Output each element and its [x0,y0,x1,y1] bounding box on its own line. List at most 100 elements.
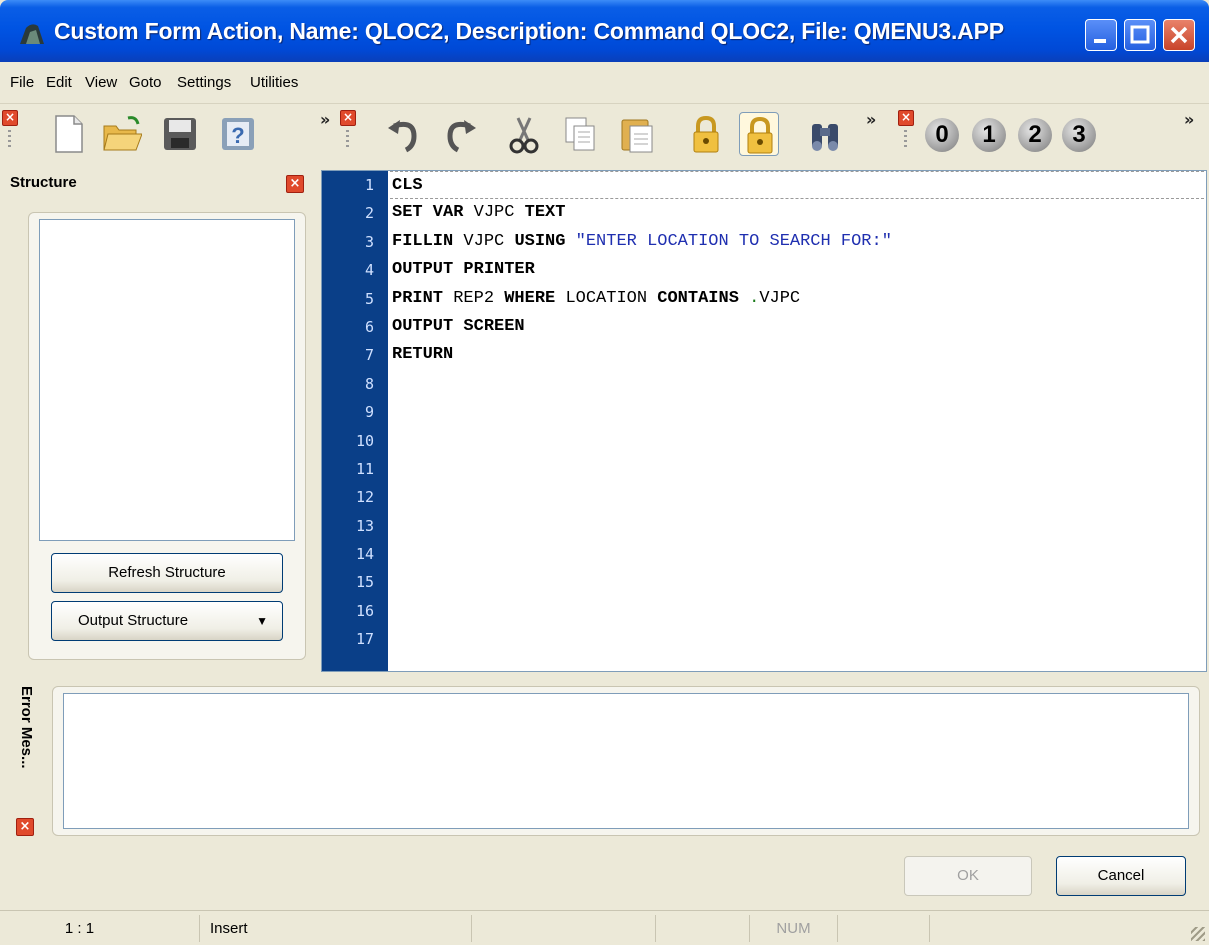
toolbar2-grip[interactable] [346,130,349,148]
new-file-icon[interactable] [48,112,88,156]
code-line[interactable] [390,483,1204,511]
toolbar1-grip[interactable] [8,130,11,148]
code-token: SET VAR [392,203,464,223]
error-messages-list[interactable] [63,693,1189,829]
output-structure-label: Output Structure [78,612,189,629]
toolbar3-close-button[interactable]: × [898,110,914,126]
app-icon [20,24,44,44]
lock-active-icon[interactable] [739,112,779,156]
error-messages-tab[interactable]: Error Mes... × [14,680,40,838]
structure-title: Structure [10,174,77,191]
code-line[interactable]: RETURN [390,341,1204,369]
code-token: FILLIN [392,231,454,251]
title-bar[interactable]: Custom Form Action, Name: QLOC2, Descrip… [0,0,1209,62]
toolbar1-close-button[interactable]: × [2,110,18,126]
code-line[interactable] [390,427,1204,455]
close-icon [1170,26,1188,44]
line-number: 2 [364,204,374,223]
open-folder-icon[interactable] [102,112,143,156]
code-editor[interactable]: 1 2 3 4 5 6 7 8 9 10 11 12 13 14 15 16 17 CLS SET VAR VJP… [321,170,1207,672]
code-line[interactable]: OUTPUT SCREEN [390,313,1204,341]
line-number: 4 [364,261,374,280]
code-token: VJPC [759,288,801,308]
code-token: PRINT [392,288,444,308]
structure-tree[interactable] [39,219,295,541]
code-line[interactable]: SET VAR VJPC TEXT [390,199,1204,227]
close-window-button[interactable] [1163,19,1195,51]
ok-button[interactable]: OK [904,856,1032,896]
toolbar3-more-button[interactable]: » [1184,110,1194,129]
toolbar1-more-button[interactable]: » [320,110,330,129]
bookmark-3-icon[interactable]: 3 [1062,118,1096,152]
structure-close-button[interactable]: × [286,175,304,193]
menu-bar: File Edit View Goto Settings Utilities [0,62,1209,104]
code-token: OUTPUT SCREEN [392,316,525,336]
resize-grip-icon[interactable] [1191,927,1205,941]
cancel-button[interactable]: Cancel [1056,856,1186,896]
code-line[interactable]: CLS [390,171,1204,200]
toolbar2-close-button[interactable]: × [340,110,356,126]
menu-goto[interactable]: Goto [129,74,162,91]
code-line[interactable] [390,370,1204,398]
bookmark-1-icon[interactable]: 1 [972,118,1006,152]
error-messages-close-button[interactable]: × [16,818,34,836]
menu-utilities[interactable]: Utilities [250,74,298,91]
line-number: 10 [355,431,374,450]
copy-icon[interactable] [560,112,600,156]
status-bar: 1 : 1 Insert NUM [0,910,1209,945]
line-number: 9 [364,403,374,422]
lock-icon[interactable] [686,112,726,156]
code-line[interactable] [390,455,1204,483]
save-icon[interactable] [160,112,200,156]
refresh-structure-button[interactable]: Refresh Structure [51,553,283,593]
code-token: RETURN [392,345,454,365]
code-token: OUTPUT PRINTER [392,260,535,280]
toolbar2-more-button[interactable]: » [866,110,876,129]
cut-icon[interactable] [504,112,544,156]
structure-frame: Refresh Structure Output Structure ▼ [28,212,306,660]
minimize-button[interactable] [1085,19,1117,51]
code-token: TEXT [524,203,566,223]
line-number: 7 [364,346,374,365]
bookmark-2-icon[interactable]: 2 [1018,118,1052,152]
redo-icon[interactable] [440,112,480,156]
menu-file[interactable]: File [10,74,34,91]
error-messages-title: Error Mes... [18,686,35,769]
maximize-button[interactable] [1124,19,1156,51]
toolbar3-grip[interactable] [904,130,907,148]
toolbar: × ? » × » × 0 1 2 3 » [0,104,1209,166]
code-line[interactable] [390,540,1204,568]
find-binoculars-icon[interactable] [806,112,846,156]
error-messages-frame [52,686,1200,836]
help-icon[interactable]: ? [218,112,258,156]
line-number: 6 [364,317,374,336]
code-token: VJPC [453,231,515,251]
code-line[interactable]: OUTPUT PRINTER [390,256,1204,284]
code-area[interactable]: CLS SET VAR VJPC TEXT FILLIN VJPC USING "E… [390,171,1204,654]
line-number: 1 [364,176,374,194]
line-number: 12 [355,488,374,507]
status-cell-empty-2 [656,915,750,942]
chevron-down-icon: ▼ [256,614,268,628]
menu-settings[interactable]: Settings [177,74,231,91]
menu-edit[interactable]: Edit [46,74,72,91]
output-structure-button[interactable]: Output Structure ▼ [51,601,283,641]
line-number: 14 [355,545,374,564]
code-line[interactable]: FILLIN VJPC USING "ENTER LOCATION TO SEA… [390,228,1204,256]
menu-view[interactable]: View [85,74,117,91]
code-line[interactable] [390,597,1204,625]
code-token: VJPC [463,203,525,223]
num-lock-indicator: NUM [750,915,838,942]
line-number: 11 [355,459,374,478]
code-line[interactable] [390,398,1204,426]
paste-icon[interactable] [618,112,658,156]
code-line[interactable] [390,512,1204,540]
code-line[interactable]: PRINT REP2 WHERE LOCATION CONTAINS .VJPC [390,285,1204,313]
line-number: 17 [355,630,374,649]
code-token: "ENTER LOCATION TO SEARCH FOR:" [565,231,892,251]
line-number: 3 [364,232,374,251]
bookmark-0-icon[interactable]: 0 [925,118,959,152]
code-line[interactable] [390,568,1204,596]
undo-icon[interactable] [384,112,424,156]
code-line[interactable] [390,625,1204,653]
